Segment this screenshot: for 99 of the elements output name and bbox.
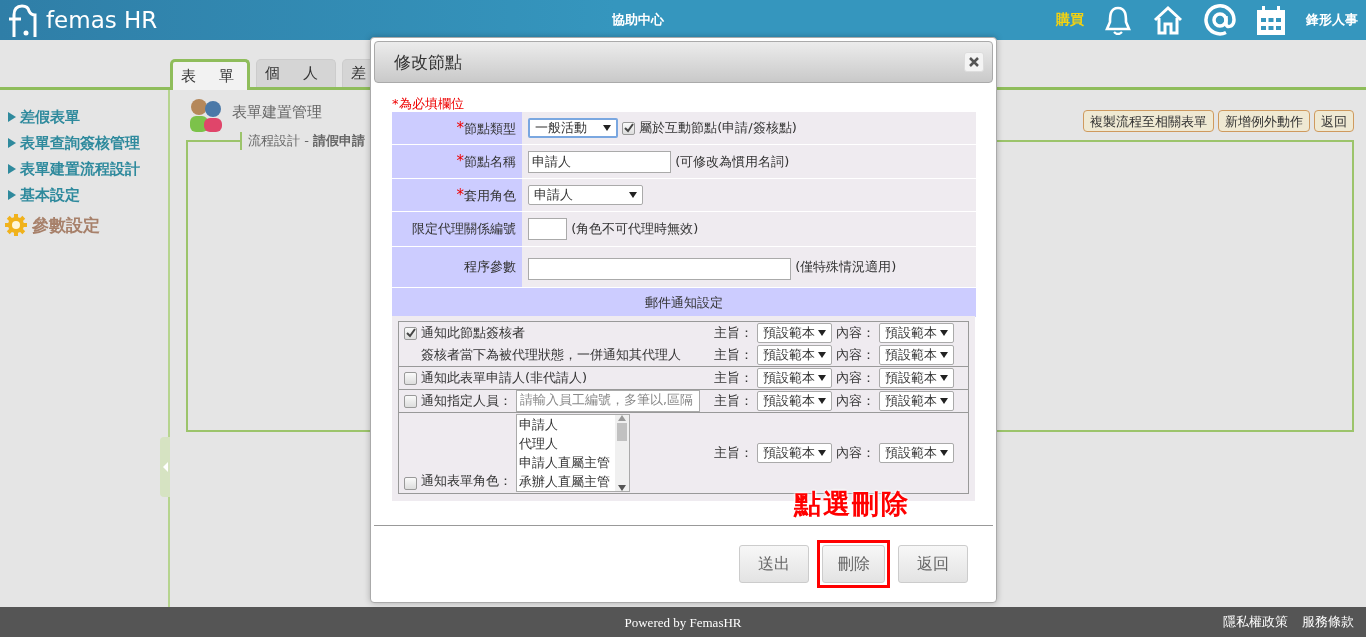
field-label: 內容： [836, 346, 875, 364]
input-field[interactable] [528, 218, 567, 240]
field-label: 主旨： [714, 369, 753, 387]
dropdown[interactable]: 預設範本 [757, 443, 832, 463]
option-label: 通知此表單申請人(非代請人) [421, 369, 588, 387]
caret-icon [818, 398, 826, 404]
field-label: *套用角色 [392, 179, 522, 211]
field-label: 主旨： [714, 444, 753, 462]
list-option[interactable]: 申請人直屬主管 [519, 453, 615, 472]
dropdown[interactable]: 預設範本 [879, 368, 954, 388]
list-box[interactable]: 申請人 代理人 申請人直屬主管 承辦人直屬主管 [516, 414, 630, 492]
dialog-button[interactable]: 刪除 [822, 545, 885, 583]
hint-text: (角色不可代理時無效) [571, 220, 699, 236]
field-label: 主旨： [714, 346, 753, 364]
required-note: *為必填欄位 [392, 95, 465, 112]
dropdown[interactable]: 一般活動 [528, 118, 618, 138]
field-label: *節點類型 [392, 112, 522, 144]
dropdown[interactable]: 預設範本 [879, 391, 954, 411]
logo-icon [8, 3, 40, 37]
field-label: 內容： [836, 324, 875, 342]
option-label: 通知表單角色： [421, 472, 512, 490]
caret-icon [940, 450, 948, 456]
section-header: 郵件通知設定 [392, 288, 976, 317]
input-field[interactable]: 請輸入員工編號，多筆以,區隔 [516, 390, 700, 412]
checkbox[interactable] [622, 121, 636, 135]
triangle-icon [8, 190, 16, 200]
calendar-icon[interactable] [1256, 5, 1286, 35]
field-label: *節點名稱 [392, 145, 522, 178]
field-label: 內容： [836, 369, 875, 387]
field-label: 主旨： [714, 392, 753, 410]
dialog-button[interactable]: 送出 [739, 545, 809, 583]
option-label: 簽核者當下為被代理狀態，一併通知其代理人 [421, 346, 681, 364]
annotation-text: 點選刪除 [794, 487, 910, 521]
hint-text: (可修改為慣用名詞) [675, 153, 790, 168]
dropdown[interactable]: 預設範本 [757, 345, 832, 365]
logo-text: femas HR [46, 7, 158, 33]
caret-icon [629, 192, 637, 198]
arrow-icon [162, 462, 168, 472]
close-button[interactable] [964, 52, 984, 72]
action-button[interactable]: 新增例外動作 [1218, 110, 1310, 132]
caret-icon [818, 352, 826, 358]
dropdown[interactable]: 申請人 [528, 185, 643, 205]
dropdown[interactable]: 預設範本 [757, 391, 832, 411]
dialog-title: 修改節點 [394, 50, 463, 74]
checkbox[interactable] [404, 394, 417, 408]
company-name: 鋒形人事 [1306, 11, 1358, 29]
checkbox[interactable] [404, 326, 417, 340]
action-button[interactable]: 返回 [1314, 110, 1354, 132]
list-option[interactable]: 申請人 [519, 415, 615, 434]
list-option[interactable]: 承辦人直屬主管 [519, 472, 615, 491]
field-label: 內容： [836, 392, 875, 410]
caret-icon [818, 375, 826, 381]
home-icon[interactable] [1152, 5, 1184, 35]
close-icon [969, 57, 979, 67]
tab[interactable]: 表單 [170, 59, 250, 90]
dropdown[interactable]: 預設範本 [879, 323, 954, 343]
scroll-thumb [617, 423, 627, 441]
bell-icon[interactable] [1104, 5, 1132, 35]
check-icon [623, 122, 635, 134]
dropdown[interactable]: 預設範本 [879, 443, 954, 463]
check-icon [405, 327, 416, 339]
dialog-button[interactable]: 返回 [898, 545, 968, 583]
caret-icon [603, 125, 611, 131]
caret-icon [940, 375, 948, 381]
option-label: 通知此節點簽核者 [421, 324, 525, 342]
option-label: 通知指定人員： [421, 392, 512, 410]
field-label: 主旨： [714, 324, 753, 342]
hint-text: (僅特殊情況適用) [795, 258, 897, 274]
page-title: 表單建置管理 [232, 103, 322, 122]
field-label: 程序參數 [392, 247, 522, 287]
dropdown[interactable]: 預設範本 [879, 345, 954, 365]
checkbox-label: 屬於互動節點(申請/簽核點) [638, 119, 797, 135]
tab[interactable]: 個人 [256, 59, 336, 87]
caret-icon [818, 330, 826, 336]
footer-link[interactable]: 隱私權政策 [1223, 613, 1288, 631]
triangle-icon [8, 112, 16, 122]
field-label: 內容： [836, 444, 875, 462]
triangle-icon [8, 164, 16, 174]
checkbox[interactable] [404, 371, 417, 385]
field-label: 限定代理關係編號 [392, 212, 522, 246]
list-option[interactable]: 代理人 [519, 434, 615, 453]
text-area[interactable] [528, 258, 791, 280]
dropdown[interactable]: 預設範本 [757, 323, 832, 343]
collapse-handle[interactable] [160, 437, 170, 497]
checkbox[interactable] [404, 477, 417, 490]
footer-link[interactable]: 服務條款 [1302, 613, 1354, 631]
femashr-link[interactable]: FemasHR [689, 615, 742, 630]
powered-by-text: Powered by FemasHR [624, 615, 742, 631]
action-button[interactable]: 複製流程至相關表單 [1083, 110, 1214, 132]
triangle-icon [8, 138, 16, 148]
down-arrow-icon [618, 485, 626, 491]
dropdown[interactable]: 預設範本 [757, 368, 832, 388]
caret-icon [818, 450, 826, 456]
email-icon[interactable] [1204, 4, 1236, 36]
caret-icon [940, 352, 948, 358]
up-arrow-icon [618, 415, 626, 421]
caret-icon [940, 330, 948, 336]
caret-icon [940, 398, 948, 404]
input-field[interactable]: 申請人 [528, 150, 671, 173]
